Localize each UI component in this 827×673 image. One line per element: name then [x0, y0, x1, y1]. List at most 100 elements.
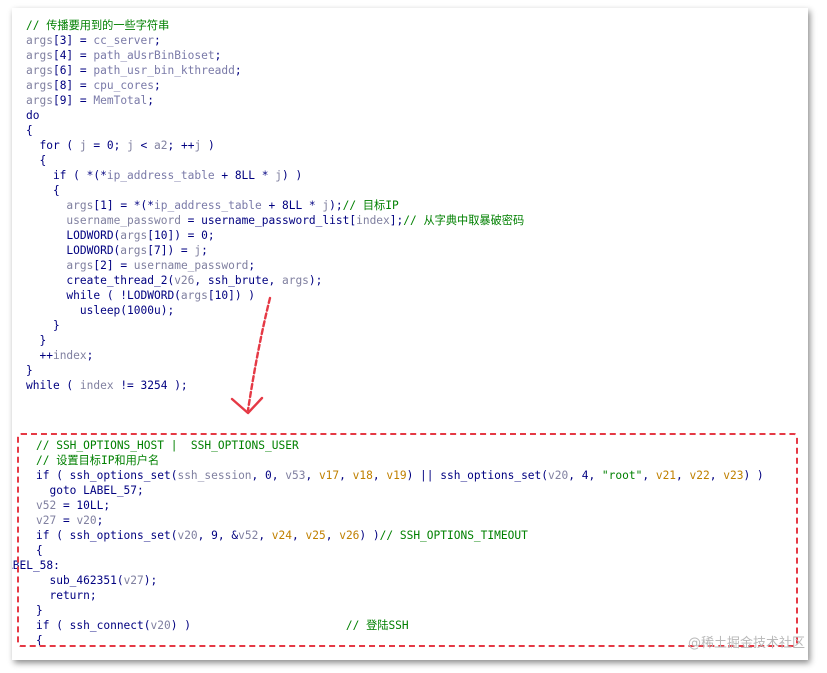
- code-token: {: [26, 184, 60, 197]
- code-line: goto LABEL_57;: [36, 483, 808, 498]
- code-token: [6] =: [52, 64, 94, 77]
- code-token: }: [26, 364, 33, 377]
- code-line: {: [26, 183, 808, 198]
- code-token: {: [26, 124, 33, 137]
- code-line: v52 = 10LL;: [36, 498, 808, 513]
- code-token: v17: [318, 469, 340, 482]
- code-comment: // 目标IP: [342, 199, 399, 212]
- code-token: ,: [709, 469, 724, 482]
- code-line: while ( !LODWORD(args[10]) ): [26, 288, 808, 303]
- code-token: cpu_cores: [93, 79, 154, 92]
- code-token: v19: [386, 469, 407, 482]
- code-token: );: [329, 199, 343, 212]
- code-token: usleep(1000u);: [26, 304, 175, 317]
- code-token: ssh_session: [177, 469, 252, 482]
- code-line: ++index;: [26, 348, 808, 363]
- code-comment: // SSH_OPTIONS_HOST | SSH_OPTIONS_USER: [36, 439, 299, 452]
- code-token: ) ): [743, 469, 764, 482]
- code-line: usleep(1000u);: [26, 303, 808, 318]
- code-comment: // 登陆SSH: [345, 619, 409, 632]
- code-token: MemTotal: [93, 94, 148, 107]
- code-token: ,: [642, 469, 656, 482]
- code-token: index: [356, 214, 390, 227]
- code-token: [10]) ): [207, 289, 256, 302]
- code-token: ;: [201, 244, 208, 257]
- code-token: [3] =: [52, 34, 94, 47]
- code-token: args: [180, 289, 208, 302]
- code-line: // 设置目标IP和用户名: [36, 453, 808, 468]
- code-line: // 传播要用到的一些字符串: [26, 18, 808, 33]
- code-token: [2] =: [93, 259, 134, 272]
- code-token: v27: [36, 514, 57, 527]
- code-token: ;: [154, 34, 161, 47]
- code-token: j: [275, 169, 282, 182]
- code-token: , ssh_brute,: [194, 274, 282, 287]
- code-panel: // 传播要用到的一些字符串 args[3] = cc_server; args[4…: [12, 8, 808, 660]
- code-token: create_thread_2(: [26, 274, 175, 287]
- code-line: }: [26, 363, 808, 378]
- code-line: args[6] = path_usr_bin_kthreadd;: [26, 63, 808, 78]
- code-token: ,: [325, 529, 340, 542]
- code-token: do: [26, 109, 40, 122]
- code-token: args: [66, 199, 94, 212]
- code-line: sub_462351(v27);: [36, 573, 808, 588]
- code-token: {: [36, 544, 43, 557]
- code-line: args[2] = username_password;: [26, 258, 808, 273]
- code-token: LODWORD(: [26, 244, 121, 257]
- code-token: = 0;: [86, 139, 128, 152]
- code-token: username_password_list: [201, 214, 350, 227]
- code-token: [9] =: [52, 94, 94, 107]
- code-line: {: [26, 123, 808, 138]
- code-token: ): [201, 139, 215, 152]
- code-token: args: [26, 49, 53, 62]
- code-line: if ( ssh_options_set(v20, 9, &v52, v24, …: [36, 528, 808, 543]
- code-token: [4] =: [52, 49, 94, 62]
- code-token: =: [180, 214, 202, 227]
- code-token: ,: [676, 469, 690, 482]
- code-token: args: [26, 64, 53, 77]
- code-token: ip_address_table: [106, 169, 215, 182]
- code-line: args[3] = cc_server;: [26, 33, 808, 48]
- code-token: <: [133, 139, 155, 152]
- code-token: ;: [147, 94, 155, 107]
- code-token: ,: [305, 469, 319, 482]
- code-comment: // SSH_OPTIONS_TIMEOUT: [379, 529, 528, 542]
- code-token: }: [36, 604, 43, 617]
- code-token: if ( ssh_connect(: [36, 619, 151, 632]
- code-line: return;: [36, 588, 808, 603]
- code-token: {: [36, 634, 43, 647]
- code-token: index: [79, 379, 114, 392]
- code-token: [10]) = 0;: [147, 229, 215, 242]
- code-token: v24: [271, 529, 293, 542]
- code-line: }: [36, 603, 808, 618]
- code-token: args: [26, 94, 53, 107]
- code-token: ; ++: [167, 139, 195, 152]
- code-line: args[1] = *(*ip_address_table + 8LL * j)…: [26, 198, 808, 213]
- code-token: v52: [36, 499, 57, 512]
- code-token: username_password: [133, 259, 249, 272]
- code-token: args: [120, 244, 148, 257]
- code-token: index: [52, 349, 87, 362]
- code-token: , 0,: [251, 469, 286, 482]
- code-token: v20: [76, 514, 97, 527]
- watermark-text: @稀土掘金技术社区: [687, 636, 805, 651]
- code-token: }: [26, 334, 47, 347]
- code-line: v27 = v20;: [36, 513, 808, 528]
- code-token: username_password: [66, 214, 181, 227]
- code-token: = 10LL;: [56, 499, 111, 512]
- code-token: args: [66, 259, 94, 272]
- code-line: args[8] = cpu_cores;: [26, 78, 808, 93]
- code-line: {: [26, 153, 808, 168]
- code-token: ip_address_table: [154, 199, 262, 212]
- code-token: while (: [26, 379, 80, 392]
- code-line: if ( ssh_connect(v20) ) // 登陆SSH: [36, 618, 808, 633]
- code-token: if ( ssh_options_set(: [36, 529, 178, 542]
- code-line: if ( ssh_options_set(ssh_session, 0, v53…: [36, 468, 808, 483]
- code-line: // SSH_OPTIONS_HOST | SSH_OPTIONS_USER: [36, 438, 808, 453]
- code-token: ;: [154, 79, 161, 92]
- code-token: if ( *(*: [26, 169, 107, 182]
- code-token: [8] =: [52, 79, 94, 92]
